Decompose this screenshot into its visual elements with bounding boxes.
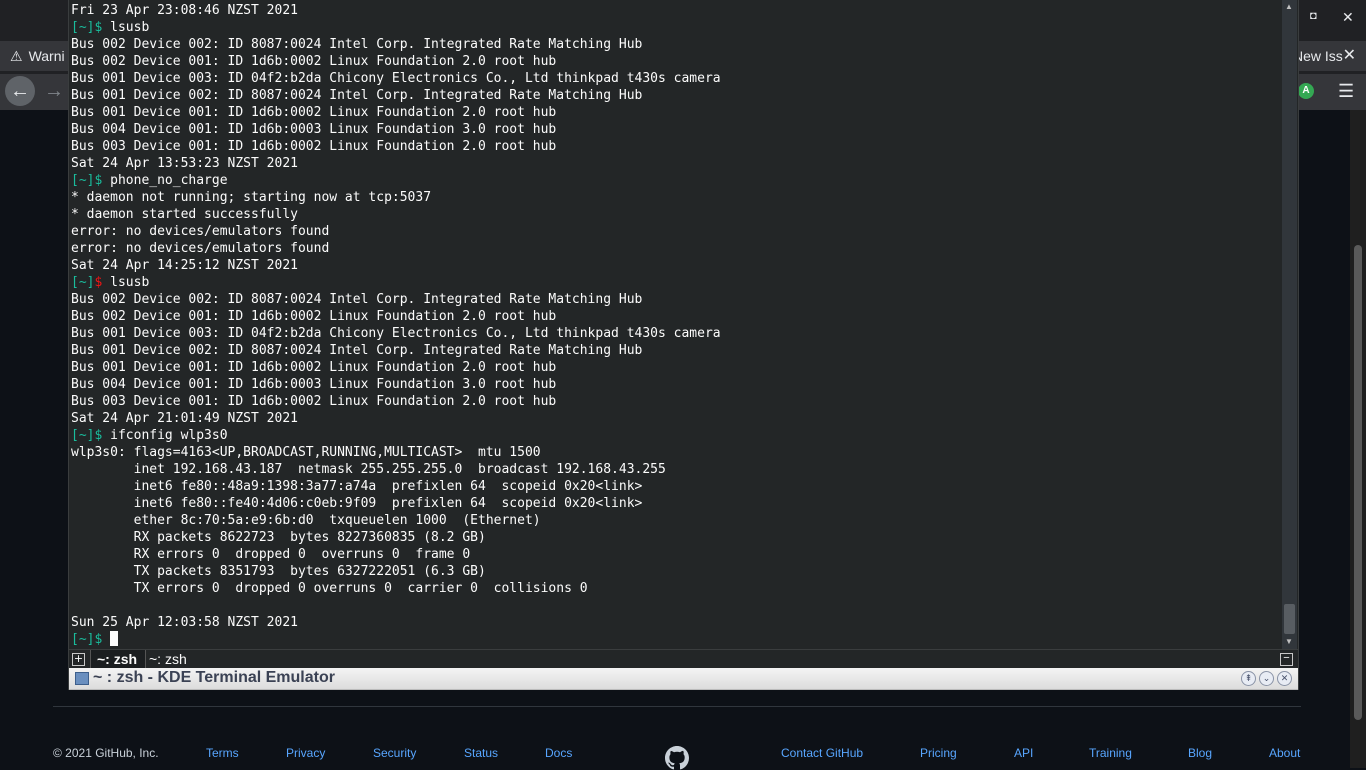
browser-tab-new-issue[interactable]: New Iss ✕ — [1297, 41, 1366, 71]
footer-link-terms[interactable]: Terms — [206, 746, 239, 760]
prompt-dir: [~] — [71, 632, 95, 647]
terminal-output-line: Bus 001 Device 001: ID 1d6b:0002 Linux F… — [71, 105, 557, 120]
scroll-down-icon[interactable]: ▼ — [1285, 637, 1293, 646]
terminal-output-line: Bus 004 Device 001: ID 1d6b:0003 Linux F… — [71, 122, 557, 137]
terminal-output-line: Sat 24 Apr 21:01:49 NZST 2021 — [71, 411, 298, 426]
footer-link-blog[interactable]: Blog — [1188, 746, 1212, 760]
terminal-prompt-line: [~]$ ifconfig wlp3s0 — [71, 427, 1281, 444]
terminal-prompt-line: [~]$ — [71, 631, 1281, 648]
terminal-tab-inactive[interactable]: ~: zsh — [149, 651, 187, 667]
footer-link-contact[interactable]: Contact GitHub — [781, 746, 863, 760]
terminal-tab-bar: + ~: zsh ~: zsh − — [69, 649, 1298, 669]
terminal-output-line: inet 192.168.43.187 netmask 255.255.255.… — [71, 462, 666, 477]
window-restore-icon[interactable]: ◘ — [1310, 10, 1317, 22]
terminal-output-line: Bus 003 Device 001: ID 1d6b:0002 Linux F… — [71, 394, 557, 409]
footer-link-status[interactable]: Status — [464, 746, 498, 760]
browser-tab-warning[interactable]: ⚠ Warni — [0, 41, 68, 71]
browser-tab-warning-label: Warni — [28, 48, 65, 64]
terminal-output-line: RX packets 8622723 bytes 8227360835 (8.2… — [71, 530, 486, 545]
keep-above-icon[interactable]: ⇞ — [1241, 671, 1256, 686]
terminal-output-line: RX errors 0 dropped 0 overruns 0 frame 0 — [71, 547, 471, 562]
page-scrollbar-thumb[interactable] — [1354, 245, 1362, 720]
terminal-output-line: Sat 24 Apr 14:25:12 NZST 2021 — [71, 258, 298, 273]
footer-link-pricing[interactable]: Pricing — [920, 746, 957, 760]
terminal-tab-active-label: ~: zsh — [97, 651, 138, 667]
footer-link-about[interactable]: About — [1269, 746, 1300, 760]
forward-button[interactable]: → — [44, 78, 64, 104]
close-window-icon[interactable]: ✕ — [1277, 671, 1292, 686]
footer-divider — [53, 706, 1301, 707]
terminal-output-line — [71, 597, 1281, 614]
terminal-output-line: inet6 fe80::48a9:1398:3a77:a74a prefixle… — [71, 479, 643, 494]
terminal-output-line: Bus 004 Device 001: ID 1d6b:0003 Linux F… — [71, 377, 557, 392]
prompt-command: lsusb — [102, 20, 150, 35]
warning-icon: ⚠ — [10, 48, 23, 64]
window-close-icon[interactable]: ✕ — [1342, 9, 1354, 26]
terminal-output-line: Bus 001 Device 003: ID 04f2:b2da Chicony… — [71, 326, 721, 341]
terminal-prompt-line: [~]$ lsusb — [71, 274, 1281, 291]
terminal-output-line: error: no devices/emulators found — [71, 241, 330, 256]
prompt-dir: [~] — [71, 173, 95, 188]
terminal-output-line: TX errors 0 dropped 0 overruns 0 carrier… — [71, 581, 588, 596]
github-logo-icon[interactable] — [665, 746, 689, 770]
terminal-output-line: Sun 25 Apr 12:03:58 NZST 2021 — [71, 615, 298, 630]
browser-tab-new-issue-label: New Iss — [1297, 48, 1343, 64]
footer-link-api[interactable]: API — [1014, 746, 1033, 760]
terminal-output-line: * daemon not running; starting now at tc… — [71, 190, 432, 205]
back-button[interactable]: ← — [5, 76, 35, 106]
terminal-window[interactable]: Fri 23 Apr 23:08:46 NZST 2021 [~]$ lsusb B… — [68, 0, 1299, 690]
terminal-scrollbar[interactable] — [1282, 0, 1297, 649]
terminal-output-line: ether 8c:70:5a:e9:6b:d0 txqueuelen 1000 … — [71, 513, 541, 528]
konsole-app-icon[interactable] — [75, 672, 89, 685]
terminal-scrollbar-thumb[interactable] — [1284, 604, 1295, 634]
terminal-output-line: inet6 fe80::fe40:4d06:c0eb:9f09 prefixle… — [71, 496, 643, 511]
terminal-tab-active[interactable]: ~: zsh — [90, 650, 146, 669]
footer-link-docs[interactable]: Docs — [545, 746, 572, 760]
terminal-cursor — [110, 631, 119, 646]
terminal-window-title: ~ : zsh - KDE Terminal Emulator — [93, 669, 335, 686]
prompt-dir: [~] — [71, 275, 95, 290]
footer-copyright: © 2021 GitHub, Inc. — [53, 746, 159, 760]
terminal-output-line: TX packets 8351793 bytes 6327222051 (6.3… — [71, 564, 486, 579]
footer-link-training[interactable]: Training — [1089, 746, 1132, 760]
close-tab-icon[interactable]: − — [1280, 653, 1293, 666]
terminal-prompt-line: [~]$ lsusb — [71, 19, 1281, 36]
terminal-output-line: Bus 002 Device 002: ID 8087:0024 Intel C… — [71, 37, 643, 52]
browser-menu-icon[interactable]: ☰ — [1338, 80, 1354, 102]
terminal-output-line: Bus 002 Device 001: ID 1d6b:0002 Linux F… — [71, 309, 557, 324]
prompt-command: ifconfig wlp3s0 — [102, 428, 228, 443]
terminal-output-line: Bus 002 Device 002: ID 8087:0024 Intel C… — [71, 292, 643, 307]
footer-link-privacy[interactable]: Privacy — [286, 746, 325, 760]
terminal-titlebar[interactable]: ~ : zsh - KDE Terminal Emulator ⇞ ⌄ ✕ — [69, 668, 1298, 690]
terminal-output[interactable]: Fri 23 Apr 23:08:46 NZST 2021 [~]$ lsusb B… — [71, 2, 1281, 648]
terminal-output-line: error: no devices/emulators found — [71, 224, 330, 239]
prompt-command: phone_no_charge — [102, 173, 228, 188]
terminal-output-line: wlp3s0: flags=4163<UP,BROADCAST,RUNNING,… — [71, 445, 541, 460]
terminal-output-line: * daemon started successfully — [71, 207, 298, 222]
scroll-up-icon[interactable]: ▲ — [1285, 2, 1293, 11]
prompt-command: lsusb — [102, 275, 150, 290]
prompt-dir: [~] — [71, 20, 95, 35]
terminal-output-line: Bus 002 Device 001: ID 1d6b:0002 Linux F… — [71, 54, 557, 69]
terminal-output-line: Sat 24 Apr 13:53:23 NZST 2021 — [71, 156, 298, 171]
tab-close-icon[interactable]: ✕ — [1343, 41, 1356, 71]
minimize-icon[interactable]: ⌄ — [1259, 671, 1274, 686]
terminal-output-line: Bus 003 Device 001: ID 1d6b:0002 Linux F… — [71, 139, 557, 154]
terminal-output-line: Bus 001 Device 002: ID 8087:0024 Intel C… — [71, 88, 643, 103]
terminal-output-line: Bus 001 Device 001: ID 1d6b:0002 Linux F… — [71, 360, 557, 375]
footer-link-security[interactable]: Security — [373, 746, 416, 760]
terminal-output-line: Bus 001 Device 003: ID 04f2:b2da Chicony… — [71, 71, 721, 86]
terminal-output-line: Bus 001 Device 002: ID 8087:0024 Intel C… — [71, 343, 643, 358]
new-tab-icon[interactable]: + — [72, 653, 85, 666]
terminal-output-line: Fri 23 Apr 23:08:46 NZST 2021 — [71, 3, 298, 18]
prompt-dir: [~] — [71, 428, 95, 443]
profile-avatar[interactable]: A — [1298, 83, 1314, 99]
prompt-command — [102, 632, 110, 647]
terminal-prompt-line: [~]$ phone_no_charge — [71, 172, 1281, 189]
